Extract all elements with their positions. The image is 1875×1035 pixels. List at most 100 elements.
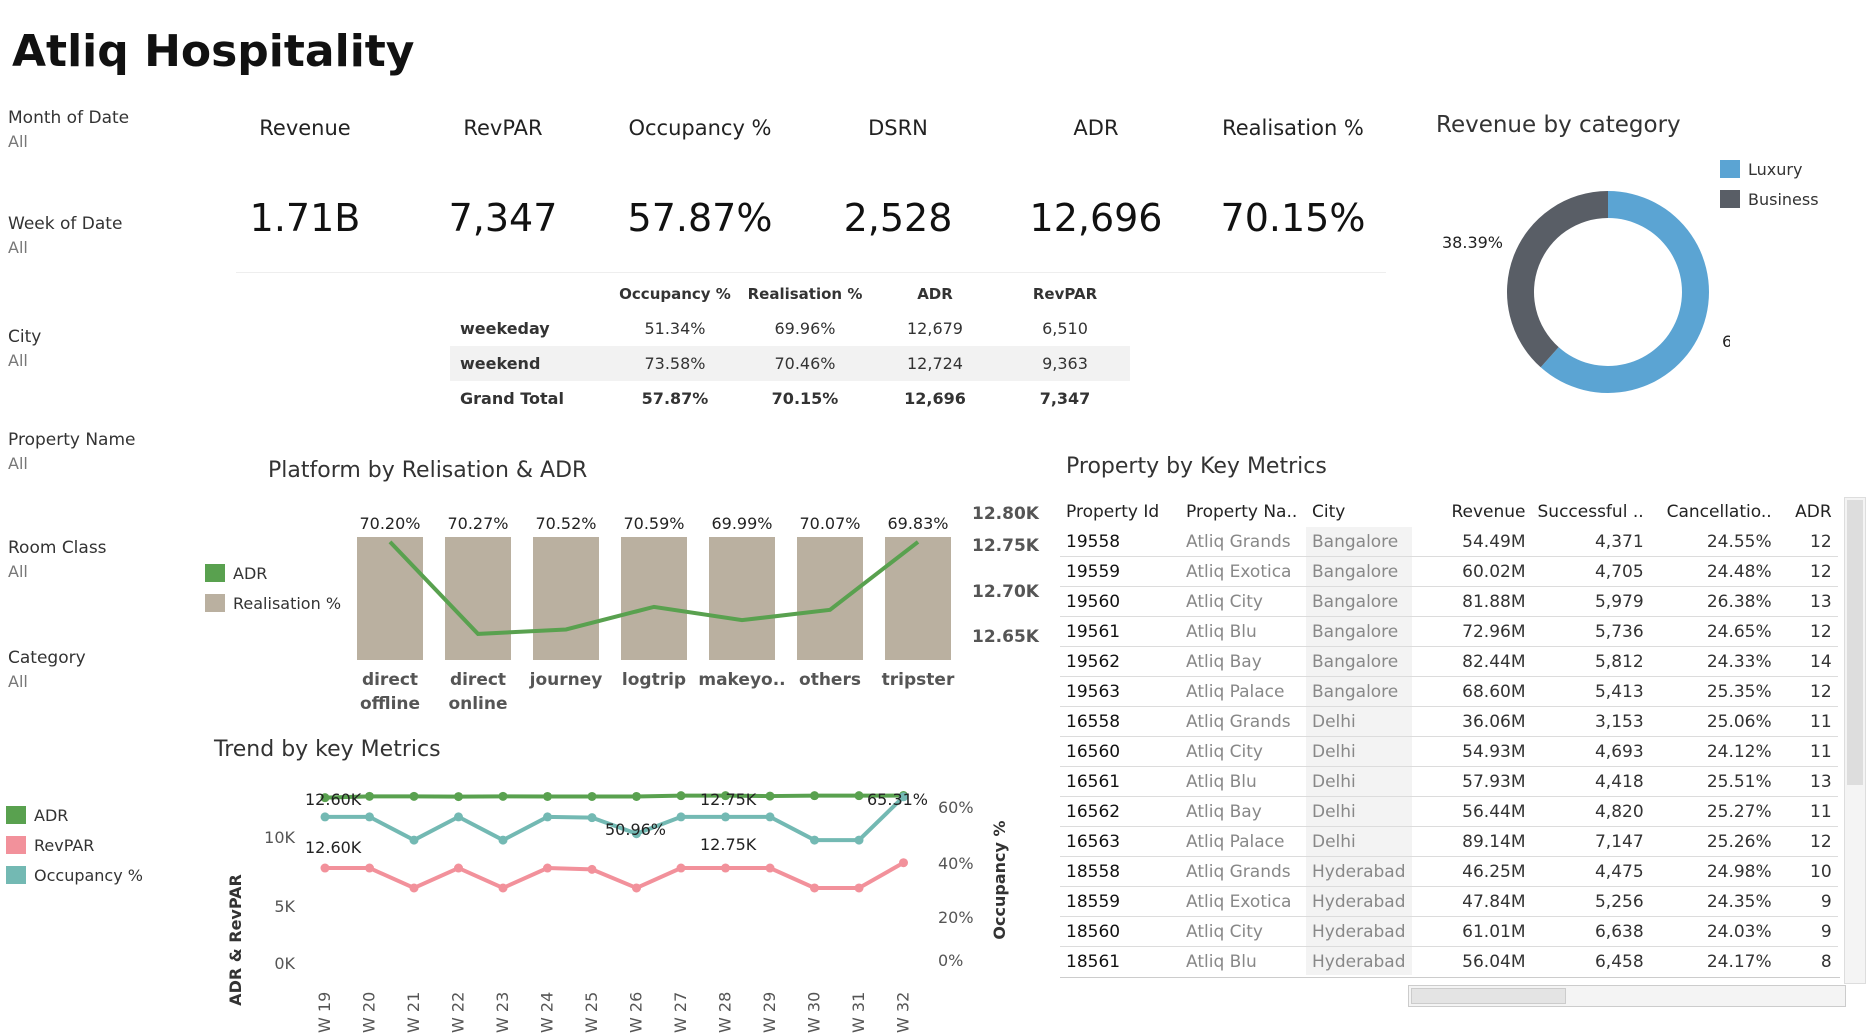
revpar-point[interactable] <box>409 883 419 893</box>
filter-value[interactable]: All <box>8 672 86 691</box>
adr-point[interactable] <box>810 791 819 801</box>
legend-item-occupancy[interactable]: Occupancy % <box>6 860 143 890</box>
occupancy-point[interactable] <box>498 835 508 845</box>
legend-item-luxury[interactable]: Luxury <box>1720 154 1819 184</box>
table-row[interactable]: 18560 Atliq City Hyderabad 61.01M 6,638 24.03… <box>1060 916 1838 947</box>
revpar-point[interactable] <box>854 883 864 893</box>
realisation-bar[interactable] <box>709 537 775 660</box>
table-row[interactable]: 18559 Atliq Exotica Hyderabad 47.84M 5,256 24… <box>1060 886 1838 917</box>
revpar-point[interactable] <box>498 883 508 893</box>
table-row[interactable]: 18558 Atliq Grands Hyderabad 46.25M 4,475 24.… <box>1060 856 1838 887</box>
occupancy-point[interactable] <box>765 812 775 822</box>
occupancy-point[interactable] <box>854 835 864 845</box>
legend-item-realisation[interactable]: Realisation % <box>205 588 341 618</box>
property-table-viewport[interactable]: Property Id Property Na.. City Revenue Succe… <box>1060 497 1840 975</box>
table-row[interactable]: 19561 Atliq Blu Bangalore 72.96M 5,736 24.65%… <box>1060 616 1838 647</box>
revpar-point[interactable] <box>543 863 552 873</box>
table-cell: 81.88M <box>1411 586 1532 617</box>
filter-value[interactable]: All <box>8 454 136 473</box>
realisation-bar[interactable] <box>445 537 511 660</box>
column-header[interactable]: Property Na.. <box>1180 497 1306 527</box>
realisation-bar[interactable] <box>357 537 423 660</box>
adr-point[interactable] <box>365 791 374 801</box>
week-tick-label: W 22 <box>449 992 468 1033</box>
vertical-scroll-thumb[interactable] <box>1847 500 1863 785</box>
adr-point[interactable] <box>676 791 686 801</box>
realisation-bar[interactable] <box>621 537 687 660</box>
table-row[interactable]: 19563 Atliq Palace Bangalore 68.60M 5,413 25.… <box>1060 676 1838 707</box>
realisation-bar[interactable] <box>797 537 863 660</box>
table-row[interactable]: 16562 Atliq Bay Delhi 56.44M 4,820 25.27% 11 <box>1060 796 1838 827</box>
occupancy-point[interactable] <box>587 813 597 823</box>
table-row[interactable]: 16561 Atliq Blu Delhi 57.93M 4,418 25.51% 13 <box>1060 766 1838 797</box>
revpar-point[interactable] <box>454 863 463 873</box>
adr-point[interactable] <box>587 791 597 801</box>
adr-point[interactable] <box>543 791 552 801</box>
property-table-title: Property by Key Metrics <box>1066 454 1327 479</box>
legend-item-adr[interactable]: ADR <box>205 558 341 588</box>
table-row[interactable]: 19562 Atliq Bay Bangalore 82.44M 5,812 24.33%… <box>1060 646 1838 677</box>
occupancy-point[interactable] <box>320 812 330 822</box>
filter-city[interactable]: City All <box>8 327 41 370</box>
table-row[interactable]: 19558 Atliq Grands Bangalore 54.49M 4,371 24.… <box>1060 527 1838 557</box>
revpar-point[interactable] <box>676 863 686 873</box>
table-row[interactable]: 16563 Atliq Palace Delhi 89.14M 7,147 25.26% 1… <box>1060 826 1838 857</box>
column-header[interactable]: Revenue <box>1412 497 1532 527</box>
revpar-point[interactable] <box>810 883 819 893</box>
revpar-point[interactable] <box>365 863 374 873</box>
table-cell: 9,363 <box>1000 346 1130 381</box>
revpar-point[interactable] <box>899 858 908 868</box>
filter-value[interactable]: All <box>8 132 129 151</box>
right-axis-tick: 40% <box>938 854 974 873</box>
point-value-label: 50.96% <box>605 820 666 839</box>
table-row[interactable]: 19560 Atliq City Bangalore 81.88M 5,979 26.38… <box>1060 586 1838 617</box>
filter-label: Month of Date <box>8 108 130 128</box>
column-header[interactable]: Successful .. <box>1532 497 1650 527</box>
filter-value[interactable]: All <box>8 238 122 257</box>
filter-room-class[interactable]: Room Class All <box>8 538 107 581</box>
donut-slice-business[interactable] <box>1507 191 1608 368</box>
occupancy-point[interactable] <box>454 812 463 822</box>
filter-month-of-date[interactable]: Month of Date All <box>8 108 129 151</box>
horizontal-scroll-thumb[interactable] <box>1411 988 1566 1004</box>
table-cell: Atliq City <box>1180 586 1306 617</box>
table-row[interactable]: 16560 Atliq City Delhi 54.93M 4,693 24.12% 11 <box>1060 736 1838 767</box>
revpar-point[interactable] <box>632 883 641 893</box>
adr-point[interactable] <box>454 792 463 802</box>
realisation-bar[interactable] <box>885 537 951 660</box>
table-row[interactable]: 19559 Atliq Exotica Bangalore 60.02M 4,705 24… <box>1060 556 1838 587</box>
legend-item-adr[interactable]: ADR <box>6 800 143 830</box>
filter-value[interactable]: All <box>8 562 107 581</box>
legend-item-business[interactable]: Business <box>1720 184 1819 214</box>
revpar-point[interactable] <box>721 863 730 873</box>
adr-point[interactable] <box>854 791 864 801</box>
adr-point[interactable] <box>498 791 508 801</box>
occupancy-point[interactable] <box>409 835 419 845</box>
vertical-scrollbar[interactable] <box>1844 497 1866 984</box>
filter-category[interactable]: Category All <box>8 648 86 691</box>
column-header[interactable]: City <box>1306 497 1412 527</box>
horizontal-scrollbar[interactable] <box>1408 985 1846 1007</box>
revpar-point[interactable] <box>587 864 597 874</box>
column-header[interactable]: Cancellatio.. <box>1650 497 1778 527</box>
filter-value[interactable]: All <box>8 351 41 370</box>
occupancy-point[interactable] <box>365 812 374 822</box>
kpi-dsrn-value: 2,528 <box>843 196 953 240</box>
adr-point[interactable] <box>765 791 775 801</box>
occupancy-point[interactable] <box>721 812 730 822</box>
table-row[interactable]: 16558 Atliq Grands Delhi 36.06M 3,153 25.06% 1… <box>1060 706 1838 737</box>
adr-point[interactable] <box>632 791 641 801</box>
adr-point[interactable] <box>409 791 419 801</box>
filter-week-of-date[interactable]: Week of Date All <box>8 214 122 257</box>
column-header[interactable]: ADR <box>1778 497 1838 527</box>
revpar-point[interactable] <box>320 863 330 873</box>
column-header[interactable]: Property Id <box>1060 497 1180 527</box>
realisation-bar[interactable] <box>533 537 599 660</box>
occupancy-point[interactable] <box>543 812 552 822</box>
legend-item-revpar[interactable]: RevPAR <box>6 830 143 860</box>
occupancy-point[interactable] <box>676 812 686 822</box>
occupancy-point[interactable] <box>810 835 819 845</box>
revpar-point[interactable] <box>765 863 775 873</box>
table-row[interactable]: 18561 Atliq Blu Hyderabad 56.04M 6,458 24.17%… <box>1060 946 1838 975</box>
filter-property-name[interactable]: Property Name All <box>8 430 136 473</box>
